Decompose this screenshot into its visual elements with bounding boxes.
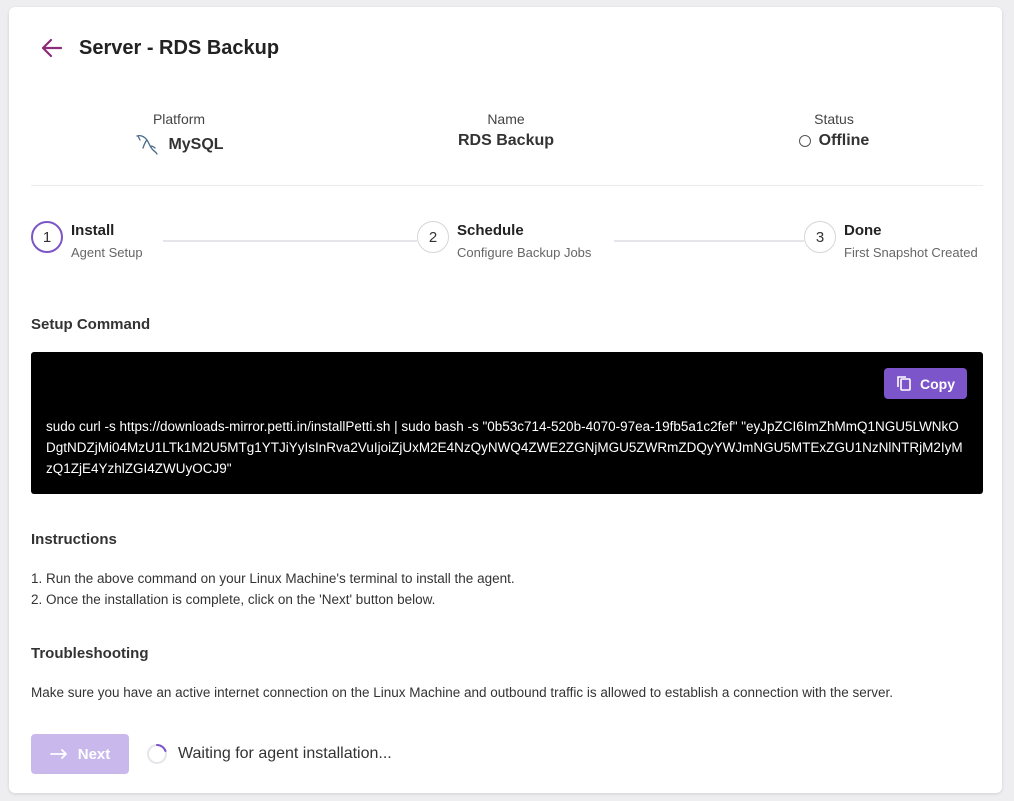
copy-label: Copy [920,375,955,392]
page-header: Server - RDS Backup [39,35,279,61]
step-schedule: 2 Schedule Configure Backup Jobs [417,221,591,260]
status-label: Status [814,111,854,127]
step-subtitle: Agent Setup [71,245,143,260]
setup-command-title: Setup Command [31,316,151,333]
page-title: Server - RDS Backup [79,36,280,59]
setup-command-text[interactable]: sudo curl -s https://downloads-mirror.pe… [46,416,966,479]
troubleshooting-text: Make sure you have an active internet co… [31,685,894,700]
divider [31,185,983,186]
instructions-title: Instructions [31,531,117,548]
waiting-text: Waiting for agent installation... [178,745,392,762]
mysql-dolphin-icon [136,134,159,155]
arrow-left-icon [41,38,63,58]
command-box: Copy sudo curl -s https://downloads-mirr… [31,352,983,494]
arrow-right-icon [49,749,67,759]
server-setup-card: Server - RDS Backup Platform MySQL Name … [9,7,1002,793]
back-button[interactable] [39,35,65,61]
instruction-line: 2. Once the installation is complete, cl… [31,592,436,607]
next-label: Next [77,745,111,763]
step-install: 1 Install Agent Setup [31,221,143,260]
copy-button[interactable]: Copy [884,368,967,399]
name-info: Name RDS Backup [446,111,566,150]
platform-value: MySQL [168,136,224,153]
step-title: Done [844,222,882,239]
step-number: 1 [31,221,63,253]
step-connector [163,240,417,242]
troubleshooting-title: Troubleshooting [31,645,149,662]
step-done: 3 Done First Snapshot Created [804,221,978,260]
step-number: 2 [417,221,449,253]
step-title: Install [71,222,115,239]
name-value: RDS Backup [457,132,555,149]
waiting-status: Waiting for agent installation... [146,743,392,765]
platform-label: Platform [152,111,206,127]
status-offline-icon [798,135,811,147]
instruction-line: 1. Run the above command on your Linux M… [31,571,515,586]
step-subtitle: Configure Backup Jobs [457,245,592,260]
next-button[interactable]: Next [31,734,129,774]
copy-icon [897,376,911,391]
name-label: Name [487,111,525,127]
spinner-icon [147,743,167,764]
step-connector [614,240,804,242]
status-value: Offline [818,132,870,149]
platform-info: Platform MySQL [119,111,239,158]
step-number: 3 [804,221,836,253]
step-subtitle: First Snapshot Created [844,245,978,260]
status-info: Status Offline [774,111,894,150]
step-title: Schedule [457,222,524,239]
